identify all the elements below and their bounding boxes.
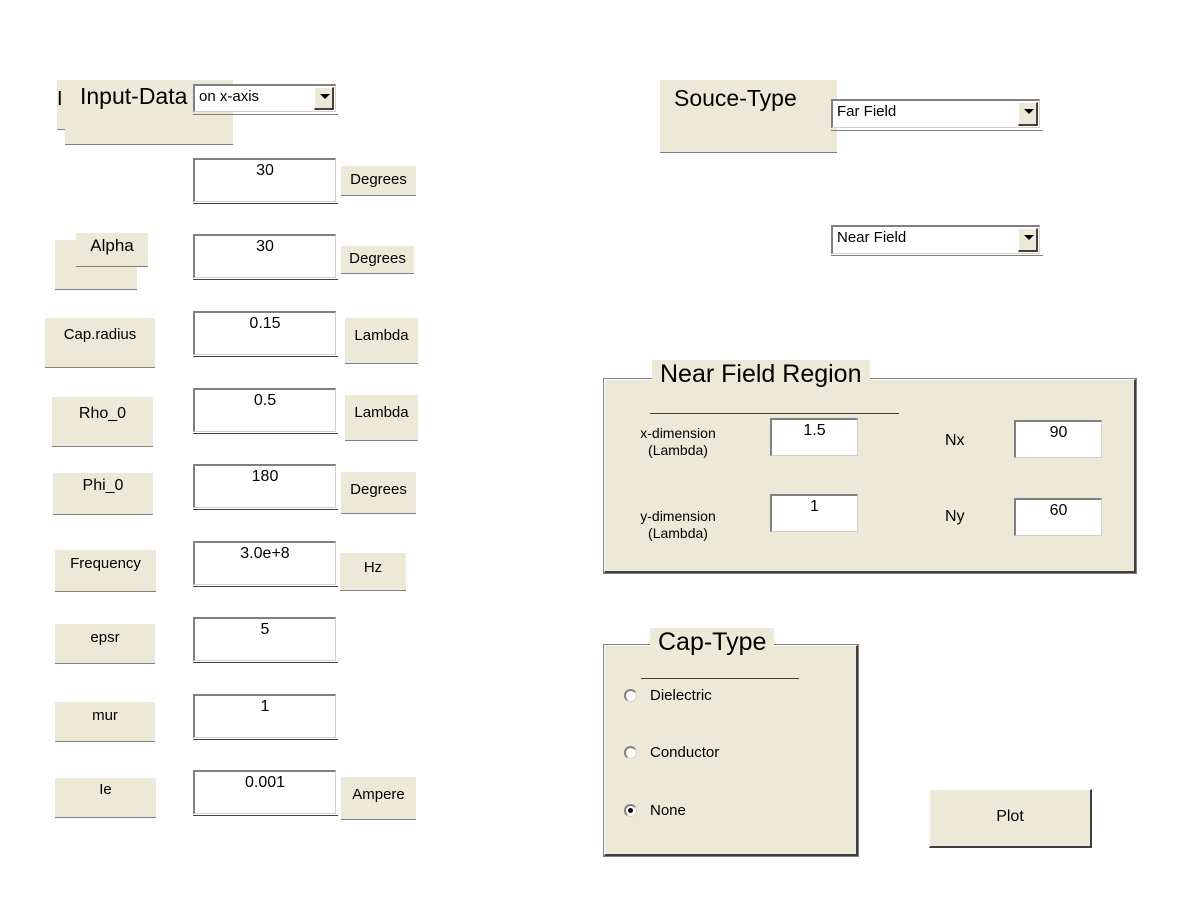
ny-label: Ny — [945, 508, 965, 525]
mur-input[interactable]: 1 — [193, 694, 336, 738]
y-dimension-input[interactable]: 1 — [770, 494, 858, 532]
x-dimension-unit: (Lambda) — [648, 442, 708, 458]
conductor-radio-label[interactable]: Conductor — [650, 744, 719, 761]
ie-input[interactable]: 0.001 — [193, 770, 336, 814]
x-dimension-label: x-dimension (Lambda) — [628, 425, 728, 459]
phi0-unit: Degrees — [341, 472, 416, 514]
epsr-input[interactable]: 5 — [193, 617, 336, 661]
ie-label: Ie — [55, 778, 156, 818]
phi0-label: Phi_0 — [53, 473, 153, 515]
far-field-select-value: Far Field — [837, 103, 897, 120]
nx-label: Nx — [945, 432, 965, 449]
ie-unit: Ampere — [341, 777, 416, 820]
phi0-input-underline — [193, 509, 338, 510]
theta-unit: Degrees — [341, 166, 416, 196]
epsr-input-underline — [193, 662, 338, 663]
dielectric-radio[interactable] — [624, 689, 637, 702]
mur-input-underline — [193, 739, 338, 740]
alpha-label: Alpha — [76, 233, 148, 267]
cap-radius-input-underline — [193, 356, 338, 357]
near-field-underline — [831, 255, 1043, 256]
axis-select-value: on x-axis — [199, 88, 260, 105]
near-field-select-value: Near Field — [837, 229, 907, 246]
phi0-input[interactable]: 180 — [193, 464, 336, 508]
axis-select-underline — [193, 114, 338, 115]
chevron-down-icon[interactable] — [1018, 102, 1038, 126]
rho0-unit: Lambda — [345, 395, 418, 441]
alpha-input[interactable]: 30 — [193, 234, 336, 278]
y-dimension-text: y-dimension — [640, 508, 716, 524]
near-field-region-title: Near Field Region — [652, 360, 870, 389]
alpha-input-underline — [193, 279, 338, 280]
y-dimension-unit: (Lambda) — [648, 525, 708, 541]
x-dimension-text: x-dimension — [640, 425, 716, 441]
ny-input[interactable]: 60 — [1014, 498, 1102, 536]
theta-input[interactable]: 30 — [193, 158, 336, 202]
rho0-input[interactable]: 0.5 — [193, 388, 336, 432]
cap-radius-label: Cap.radius — [45, 318, 155, 368]
none-radio[interactable] — [624, 804, 637, 817]
cap-radius-input[interactable]: 0.15 — [193, 311, 336, 355]
near-field-region-group — [603, 378, 1137, 574]
chevron-down-icon[interactable] — [314, 87, 334, 110]
mur-label: mur — [55, 702, 155, 742]
frequency-unit: Hz — [340, 553, 406, 591]
frequency-input-underline — [193, 586, 338, 587]
input-data-title: Input-Data — [80, 83, 188, 109]
x-dimension-input[interactable]: 1.5 — [770, 418, 858, 456]
frequency-label: Frequency — [55, 550, 156, 592]
cap-type-title-underline — [641, 678, 799, 679]
plot-button[interactable]: Plot — [929, 789, 1092, 848]
ie-input-underline — [193, 815, 338, 816]
none-radio-label[interactable]: None — [650, 802, 686, 819]
epsr-label: epsr — [55, 624, 155, 664]
dielectric-radio-label[interactable]: Dielectric — [650, 687, 712, 704]
axis-select[interactable]: on x-axis — [193, 84, 336, 112]
alpha-unit: Degrees — [341, 246, 414, 274]
source-type-title: Souce-Type — [674, 85, 797, 111]
y-dimension-label: y-dimension (Lambda) — [628, 508, 728, 542]
near-field-select[interactable]: Near Field — [831, 225, 1040, 254]
far-field-underline — [831, 130, 1043, 131]
cap-type-group — [603, 644, 859, 857]
conductor-radio[interactable] — [624, 746, 637, 759]
rho0-label: Rho_0 — [52, 397, 153, 447]
frequency-input[interactable]: 3.0e+8 — [193, 541, 336, 585]
chevron-down-icon[interactable] — [1018, 228, 1038, 252]
nx-input[interactable]: 90 — [1014, 420, 1102, 458]
rho0-input-underline — [193, 433, 338, 434]
near-field-title-underline — [650, 413, 899, 414]
cap-type-title: Cap-Type — [650, 628, 775, 657]
cap-radius-unit: Lambda — [345, 318, 418, 364]
far-field-select[interactable]: Far Field — [831, 99, 1040, 128]
theta-input-underline — [193, 203, 338, 204]
